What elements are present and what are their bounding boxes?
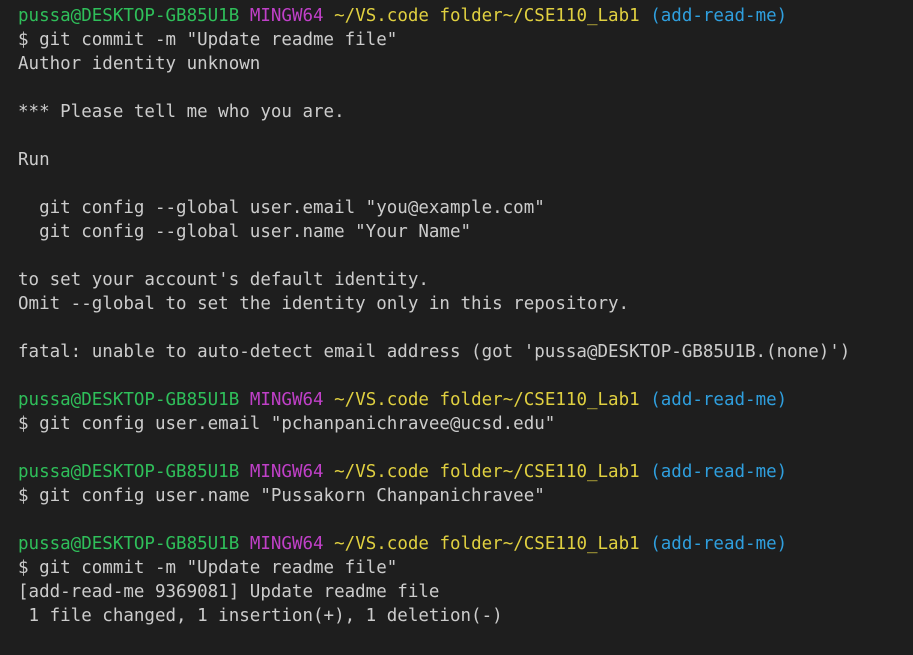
terminal-window[interactable]: pussa@DESKTOP-GB85U1B MINGW64 ~/VS.code … (0, 0, 913, 655)
prompt-line: pussa@DESKTOP-GB85U1B MINGW64 ~/VS.code … (18, 4, 913, 28)
output-line: fatal: unable to auto-detect email addre… (18, 342, 851, 362)
prompt-branch: (add-read-me) (650, 534, 788, 554)
output-line: Author identity unknown (18, 54, 261, 74)
output-line: Omit --global to set the identity only i… (18, 294, 630, 314)
prompt-path: ~/VS.code folder~/CSE110_Lab1 (334, 534, 640, 554)
prompt-branch: (add-read-me) (650, 462, 788, 482)
output-line: Run (18, 150, 50, 170)
output-line: 1 file changed, 1 insertion(+), 1 deleti… (18, 606, 503, 626)
prompt-system: MINGW64 (249, 6, 324, 26)
command-line: $ git config user.name "Pussakorn Chanpa… (18, 486, 545, 506)
prompt-system: MINGW64 (249, 390, 324, 410)
command-line: $ git commit -m "Update readme file" (18, 30, 398, 50)
prompt-path: ~/VS.code folder~/CSE110_Lab1 (334, 6, 640, 26)
prompt-line: pussa@DESKTOP-GB85U1B MINGW64 ~/VS.code … (18, 532, 913, 556)
output-line: git config --global user.name "Your Name… (18, 222, 472, 242)
prompt-branch: (add-read-me) (650, 6, 788, 26)
prompt-user-host: pussa@DESKTOP-GB85U1B (18, 462, 240, 482)
prompt-system: MINGW64 (249, 462, 324, 482)
prompt-path: ~/VS.code folder~/CSE110_Lab1 (334, 390, 640, 410)
prompt-system: MINGW64 (249, 534, 324, 554)
prompt-line: pussa@DESKTOP-GB85U1B MINGW64 ~/VS.code … (18, 460, 913, 484)
prompt-user-host: pussa@DESKTOP-GB85U1B (18, 534, 240, 554)
output-line: to set your account's default identity. (18, 270, 429, 290)
output-line: git config --global user.email "you@exam… (18, 198, 545, 218)
output-line: [add-read-me 9369081] Update readme file (18, 582, 440, 602)
prompt-line: pussa@DESKTOP-GB85U1B MINGW64 ~/VS.code … (18, 388, 913, 412)
prompt-user-host: pussa@DESKTOP-GB85U1B (18, 6, 240, 26)
prompt-path: ~/VS.code folder~/CSE110_Lab1 (334, 462, 640, 482)
prompt-user-host: pussa@DESKTOP-GB85U1B (18, 390, 240, 410)
output-line: *** Please tell me who you are. (18, 102, 345, 122)
prompt-branch: (add-read-me) (650, 390, 788, 410)
command-line: $ git commit -m "Update readme file" (18, 558, 398, 578)
command-line: $ git config user.email "pchanpanichrave… (18, 414, 556, 434)
